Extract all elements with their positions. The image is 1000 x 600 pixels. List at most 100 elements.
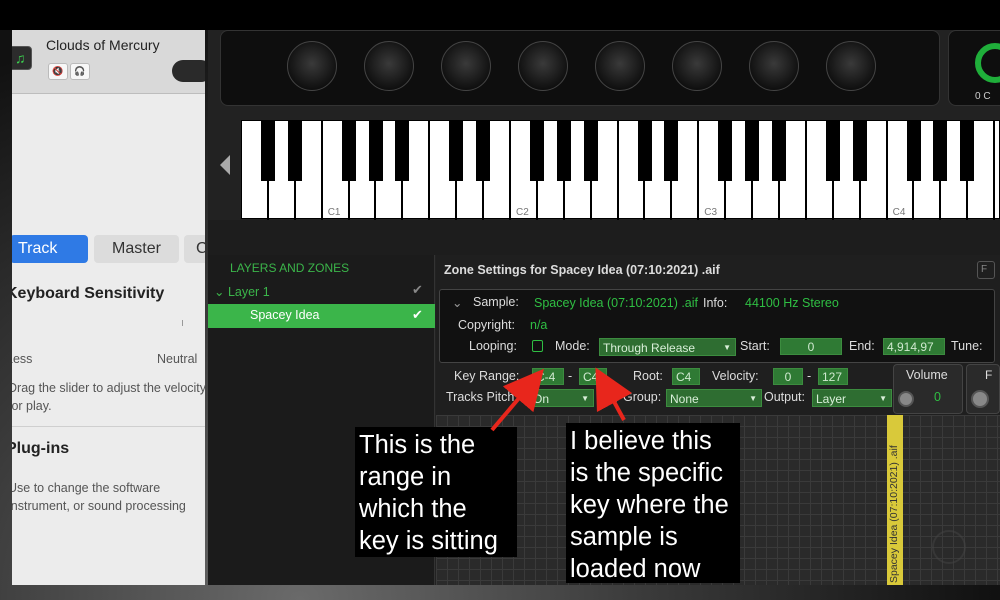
black-key[interactable] <box>745 121 760 181</box>
keyboard-separator <box>208 220 1000 255</box>
sensitivity-slider[interactable] <box>12 316 205 330</box>
volume-slider-pill[interactable] <box>172 60 205 82</box>
music-note-icon: ♫ <box>15 50 26 66</box>
layers-and-zones-title: LAYERS AND ZONES <box>230 261 350 275</box>
control-knob[interactable] <box>518 41 568 91</box>
slider-tick <box>182 320 183 326</box>
keyboard-scroll-left-icon[interactable] <box>220 155 230 175</box>
mute-icon: 🔇 <box>52 66 64 76</box>
key-range-high-field[interactable]: C4 <box>579 368 607 385</box>
black-key[interactable] <box>637 121 652 181</box>
output-dropdown[interactable]: ▼ Layer <box>812 389 892 407</box>
watermark-logo <box>932 530 966 564</box>
volume-control: Volume 0 <box>893 364 963 414</box>
black-key[interactable] <box>960 121 975 181</box>
black-key[interactable] <box>664 121 679 181</box>
side-value-label: 0 C <box>975 91 991 102</box>
black-key[interactable] <box>825 121 840 181</box>
sample-value[interactable]: Spacey Idea (07:10:2021) .aif <box>534 296 698 310</box>
black-key[interactable] <box>341 121 356 181</box>
black-key[interactable] <box>556 121 571 181</box>
top-bar <box>0 0 1000 30</box>
control-knob[interactable] <box>364 41 414 91</box>
black-key[interactable] <box>449 121 464 181</box>
track-header[interactable]: ♫ Clouds of Mercury 🔇 🎧 <box>12 30 205 94</box>
info-label: Info: <box>703 296 728 310</box>
piano-keyboard[interactable]: C1 C2 C3 C4 <box>241 120 1000 220</box>
collapse-chevron-icon[interactable]: ⌄ <box>452 295 462 310</box>
dropdown-arrow-icon: ▼ <box>749 394 757 403</box>
tracks-pitch-label: Tracks Pitch: <box>446 390 518 404</box>
range-annotation: This is the range in which the key is si… <box>355 427 517 557</box>
black-key[interactable] <box>529 121 544 181</box>
layer-name: Layer 1 <box>227 285 270 299</box>
volume-value[interactable]: 0 <box>934 390 941 404</box>
output-label: Output: <box>764 390 805 404</box>
zone-bar[interactable]: Spacey Idea (07:10:2021) .aif <box>887 415 903 585</box>
key-range-dash: - <box>568 369 573 383</box>
black-key[interactable] <box>583 121 598 181</box>
looping-label: Looping: <box>469 339 517 353</box>
tab-compare[interactable]: C <box>184 235 205 263</box>
end-label: End: <box>849 339 875 353</box>
tracks-pitch-dropdown[interactable]: ▼ On <box>529 389 594 407</box>
dropdown-arrow-icon: ▼ <box>723 343 731 352</box>
side-control-panel: 0 C <box>948 30 1000 106</box>
mode-dropdown[interactable]: ▼ Through Release <box>599 338 736 356</box>
zone-item-selected[interactable]: Spacey Idea ✔ <box>208 304 435 328</box>
green-level-knob[interactable] <box>975 43 1000 83</box>
volume-knob[interactable] <box>898 391 914 407</box>
start-label: Start: <box>740 339 770 353</box>
control-knob[interactable] <box>672 41 722 91</box>
tab-track[interactable]: Track <box>12 235 88 263</box>
inspector-tabs: Track Master C <box>12 233 205 263</box>
divider <box>12 426 205 427</box>
looping-checkbox[interactable] <box>532 340 543 352</box>
control-knob[interactable] <box>826 41 876 91</box>
start-field[interactable]: 0 <box>780 338 842 355</box>
solo-headphones-button[interactable]: 🎧 <box>70 63 90 80</box>
zone-bar-label: Spacey Idea (07:10:2021) .aif <box>888 445 900 583</box>
control-knob[interactable] <box>749 41 799 91</box>
mute-button[interactable]: 🔇 <box>48 63 68 80</box>
secondary-knob[interactable] <box>971 390 989 408</box>
velocity-high-field[interactable]: 127 <box>818 368 848 385</box>
layer-item[interactable]: ⌄ Layer 1 <box>214 284 270 299</box>
key-annotation: I believe this is the specific key where… <box>566 423 740 583</box>
octave-label: C3 <box>704 207 718 218</box>
key-range-low-field[interactable]: C-4 <box>532 368 564 385</box>
tracks-pitch-value: On <box>533 392 550 406</box>
control-knob[interactable] <box>595 41 645 91</box>
control-knob[interactable] <box>441 41 491 91</box>
root-field[interactable]: C4 <box>672 368 700 385</box>
mode-label: Mode: <box>555 339 590 353</box>
black-key[interactable] <box>933 121 948 181</box>
control-knob[interactable] <box>287 41 337 91</box>
sensitivity-neutral-label: Neutral <box>157 352 198 366</box>
tab-master[interactable]: Master <box>94 235 179 263</box>
black-key[interactable] <box>772 121 786 181</box>
black-key[interactable] <box>260 121 275 181</box>
secondary-knob-label: F <box>985 368 993 382</box>
black-key[interactable] <box>476 121 491 181</box>
black-key[interactable] <box>852 121 867 181</box>
panel-corner-button[interactable]: F <box>977 261 995 279</box>
headphones-icon: 🎧 <box>74 66 86 76</box>
key-group-dropdown[interactable]: ▼ None <box>666 389 762 407</box>
black-key[interactable] <box>906 121 921 181</box>
sensitivity-less-label: Less <box>12 352 33 366</box>
black-key[interactable] <box>718 121 733 181</box>
black-key[interactable] <box>287 121 302 181</box>
plugins-help-text: Use to change the software instrument, o… <box>12 481 186 513</box>
end-field[interactable]: 4,914,97 <box>883 338 945 355</box>
dropdown-arrow-icon: ▼ <box>581 394 589 403</box>
black-key[interactable] <box>395 121 410 181</box>
black-key[interactable] <box>368 121 383 181</box>
disclosure-triangle-icon[interactable]: ⌄ <box>214 285 228 299</box>
layer-check-icon[interactable]: ✔ <box>412 282 423 298</box>
sensitivity-help-text: Drag the slider to adjust the velocity f… <box>12 381 205 413</box>
key-group-label: Key Group: <box>598 390 662 404</box>
zone-check-icon[interactable]: ✔ <box>412 307 423 323</box>
sample-settings-box: ⌄ Sample: Spacey Idea (07:10:2021) .aif … <box>439 289 995 363</box>
velocity-low-field[interactable]: 0 <box>773 368 803 385</box>
